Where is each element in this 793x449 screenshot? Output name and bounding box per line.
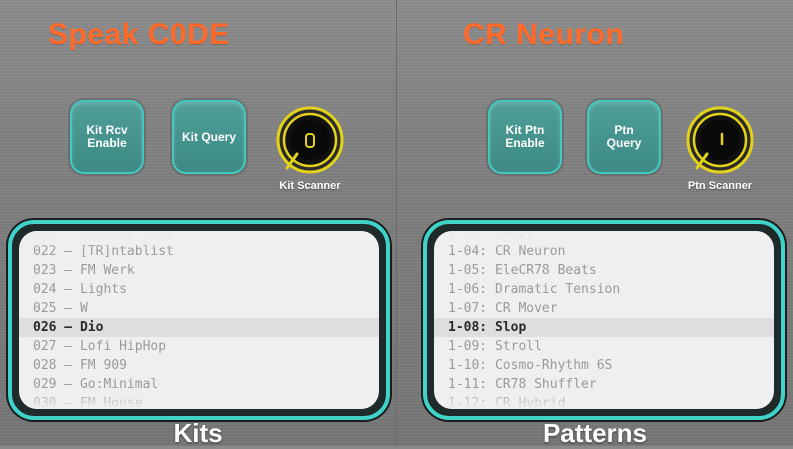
list-item[interactable]: 1-07: CR Mover — [434, 299, 774, 318]
list-item[interactable]: 1-03: Bumpy — [434, 231, 774, 242]
kits-panel: Speak C0DE Kit Rcv Enable Kit Query Kit … — [0, 0, 396, 448]
brand-title: CR Neuron — [463, 18, 625, 51]
list-item[interactable]: 029 — Go:Minimal — [19, 375, 379, 394]
rotary-knob-icon — [276, 106, 344, 174]
ptn-scanner-knob[interactable]: Ptn Scanner — [680, 104, 760, 200]
patterns-list-frame: 1-03: Bumpy 1-04: CR Neuron 1-05: EleCR78 … — [423, 220, 785, 420]
list-item[interactable]: 030 — FM House — [19, 394, 379, 409]
patterns-list[interactable]: 1-03: Bumpy 1-04: CR Neuron 1-05: EleCR78 … — [434, 231, 774, 409]
brand-title: Speak C0DE — [48, 18, 230, 51]
list-item[interactable]: 025 — W — [19, 299, 379, 318]
kit-rcv-enable-button[interactable]: Kit Rcv Enable — [70, 100, 144, 174]
section-title-kits: Kits — [173, 418, 223, 448]
list-item[interactable]: 1-09: Stroll — [434, 337, 774, 356]
list-item[interactable]: 1-10: Cosmo-Rhythm 6S — [434, 356, 774, 375]
list-item[interactable]: 1-06: Dramatic Tension — [434, 280, 774, 299]
kit-query-button[interactable]: Kit Query — [172, 100, 246, 174]
knob-label: Kit Scanner — [279, 180, 341, 192]
knob-label: Ptn Scanner — [687, 180, 753, 192]
kits-list[interactable]: 021 — Glitchy Trap 022 — [TR]ntablist 023 … — [19, 231, 379, 409]
list-item[interactable]: 1-12: CR Hybrid — [434, 394, 774, 409]
list-item[interactable]: 1-05: EleCR78 Beats — [434, 261, 774, 280]
list-item[interactable]: 023 — FM Werk — [19, 261, 379, 280]
list-item[interactable]: 1-04: CR Neuron — [434, 242, 774, 261]
list-item-selected[interactable]: 026 — Dio — [19, 318, 379, 337]
list-item[interactable]: 1-11: CR78 Shuffler — [434, 375, 774, 394]
list-item[interactable]: 022 — [TR]ntablist — [19, 242, 379, 261]
list-item[interactable]: 028 — FM 909 — [19, 356, 379, 375]
ptn-query-button[interactable]: Ptn Query — [587, 100, 661, 174]
list-item[interactable]: 021 — Glitchy Trap — [19, 231, 379, 242]
patterns-panel: CR Neuron Kit Ptn Enable Ptn Query Ptn S… — [397, 0, 793, 448]
list-item-selected[interactable]: 1-08: Slop — [434, 318, 774, 337]
kits-list-frame: 021 — Glitchy Trap 022 — [TR]ntablist 023 … — [8, 220, 390, 420]
list-item[interactable]: 024 — Lights — [19, 280, 379, 299]
list-item[interactable]: 027 — Lofi HipHop — [19, 337, 379, 356]
rotary-knob-icon — [686, 106, 754, 174]
kit-scanner-knob[interactable]: Kit Scanner — [270, 104, 350, 200]
section-title-patterns: Patterns — [542, 418, 648, 448]
kit-ptn-enable-button[interactable]: Kit Ptn Enable — [488, 100, 562, 174]
